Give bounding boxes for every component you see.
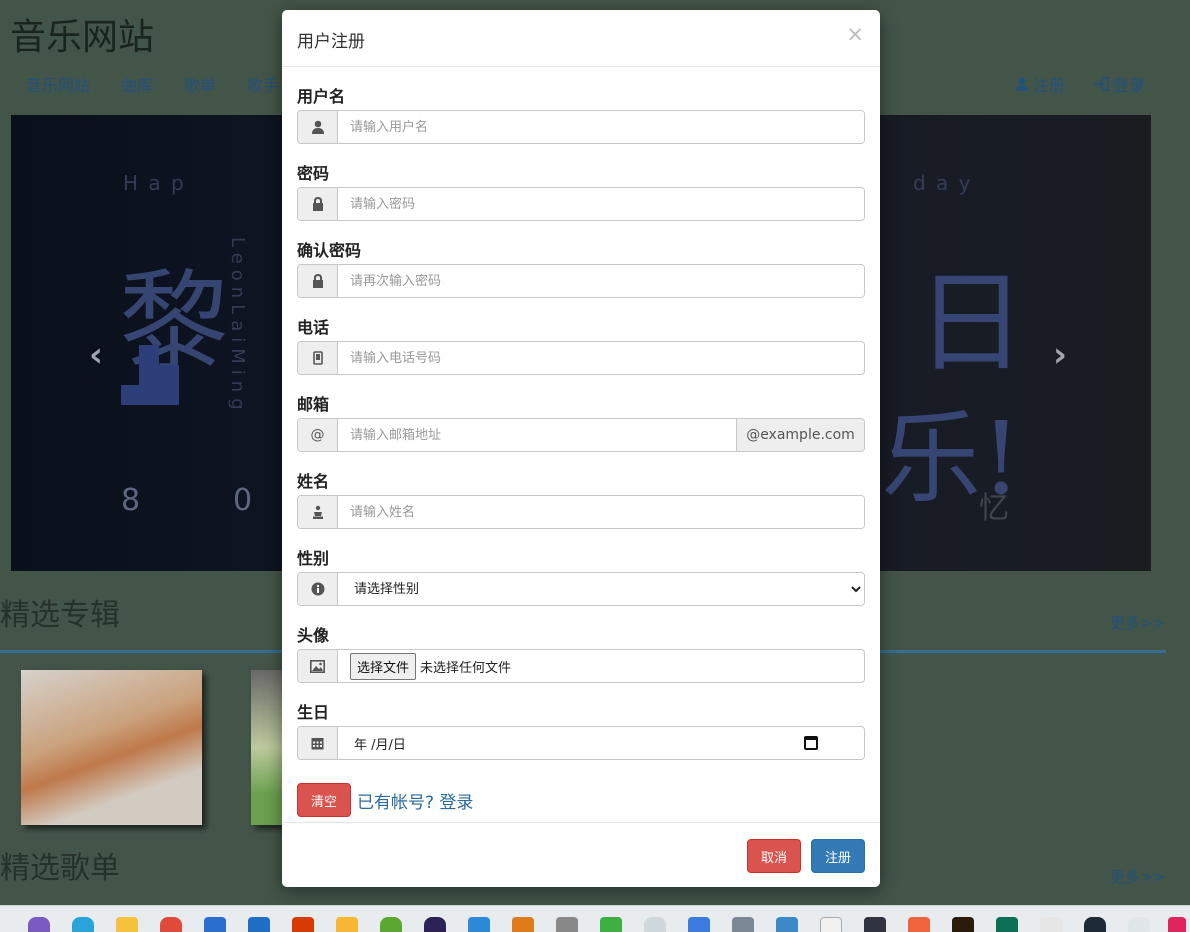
gender-select[interactable]: 请选择性别 (338, 573, 864, 605)
avatar-label: 头像 (297, 626, 330, 645)
lock-icon (298, 265, 338, 297)
app-icon[interactable] (864, 917, 886, 932)
form-actions-row: 清空 已有帐号? 登录 (297, 783, 473, 817)
username-group (297, 110, 865, 144)
app-icon[interactable] (1084, 917, 1106, 932)
choose-file-button[interactable]: 选择文件 (350, 652, 417, 680)
file-status: 未选择任何文件 (420, 660, 512, 676)
name-input[interactable] (338, 496, 864, 528)
birthday-label: 生日 (297, 703, 330, 722)
birthday-group: 年 /月/日 (297, 726, 865, 760)
avatar-field: 头像 选择文件 未选择任何文件 (297, 616, 865, 693)
phone-field: 电话 (297, 308, 865, 385)
chrome-icon[interactable] (160, 917, 182, 932)
confirm-password-input[interactable] (338, 265, 864, 297)
email-input[interactable] (338, 419, 736, 451)
office-icon[interactable] (292, 917, 314, 932)
app-icon[interactable] (380, 917, 402, 932)
confirm-password-label: 确认密码 (297, 241, 362, 260)
email-label: 邮箱 (297, 395, 330, 414)
gender-group: 请选择性别 (297, 572, 865, 606)
gender-label: 性别 (297, 549, 330, 568)
phone-input[interactable] (338, 342, 864, 374)
app-icon[interactable] (908, 917, 930, 932)
os-taskbar (0, 905, 1190, 932)
app-icon[interactable] (556, 917, 578, 932)
close-icon[interactable]: × (846, 22, 864, 46)
mail-icon[interactable] (248, 917, 270, 932)
app-icon[interactable] (336, 917, 358, 932)
avatar-group: 选择文件 未选择任何文件 (297, 649, 865, 683)
register-button[interactable]: 注册 (811, 839, 865, 873)
date-picker-icon[interactable] (804, 736, 818, 750)
gender-field: 性别 请选择性别 (297, 539, 865, 616)
email-field: 邮箱 @ @example.com (297, 385, 865, 462)
username-label: 用户名 (297, 87, 346, 106)
lock-icon (298, 188, 338, 220)
app-icon[interactable] (732, 917, 754, 932)
clear-button[interactable]: 清空 (297, 783, 351, 817)
birthday-date-input[interactable]: 年 /月/日 (338, 727, 864, 759)
password-field: 密码 (297, 154, 865, 231)
app-icon[interactable] (512, 917, 534, 932)
password-group (297, 187, 865, 221)
modal-header: 用户注册 × (282, 10, 880, 67)
illustrator-icon[interactable] (952, 917, 974, 932)
info-icon (298, 573, 338, 605)
app-icon[interactable] (72, 917, 94, 932)
username-input[interactable] (338, 111, 864, 143)
password-input[interactable] (338, 188, 864, 220)
register-form: 用户名 密码 确认密码 (297, 77, 865, 817)
app-icon[interactable] (1128, 917, 1150, 932)
modal-title: 用户注册 (297, 32, 365, 52)
app-icon[interactable] (28, 917, 50, 932)
email-group: @ @example.com (297, 418, 865, 452)
phone-label: 电话 (297, 318, 330, 337)
app-icon[interactable] (1040, 917, 1062, 932)
birthday-field: 生日 年 /月/日 (297, 693, 865, 770)
phone-group (297, 341, 865, 375)
username-field: 用户名 (297, 77, 865, 154)
app-icon[interactable] (996, 917, 1018, 932)
app-icon[interactable] (820, 917, 842, 932)
email-domain-suffix: @example.com (736, 419, 864, 451)
name-field: 姓名 (297, 462, 865, 539)
eclipse-icon[interactable] (424, 917, 446, 932)
app-icon[interactable] (644, 917, 666, 932)
user-icon (298, 111, 338, 143)
king-icon (298, 496, 338, 528)
calendar-icon (298, 727, 338, 759)
app-icon[interactable] (776, 917, 798, 932)
app-icon[interactable] (688, 917, 710, 932)
vscode-icon[interactable] (468, 917, 490, 932)
confirm-password-group (297, 264, 865, 298)
at-icon: @ (298, 419, 338, 451)
confirm-password-field: 确认密码 (297, 231, 865, 308)
password-label: 密码 (297, 164, 330, 183)
birthday-value: 年 /月/日 (354, 737, 406, 753)
folder-icon[interactable] (116, 917, 138, 932)
login-link[interactable]: 已有帐号? 登录 (357, 788, 473, 813)
register-modal: 用户注册 × 用户名 密码 确认密码 (282, 10, 880, 887)
store-icon[interactable] (204, 917, 226, 932)
name-label: 姓名 (297, 472, 330, 491)
avatar-file-input: 选择文件 未选择任何文件 (338, 650, 864, 682)
hbuilder-icon[interactable] (600, 917, 622, 932)
intellij-icon[interactable] (1168, 917, 1186, 932)
cancel-button[interactable]: 取消 (747, 839, 801, 873)
name-group (297, 495, 865, 529)
phone-icon (298, 342, 338, 374)
modal-footer: 取消 注册 (282, 822, 880, 887)
picture-icon (298, 650, 338, 682)
